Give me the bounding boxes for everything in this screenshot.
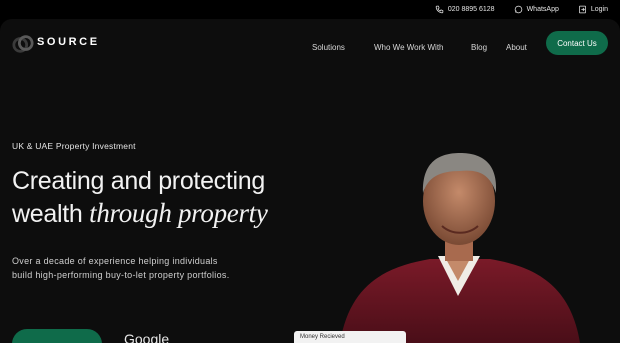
hero-portrait-image [340,153,580,343]
phone-icon [435,5,444,14]
phone-number: 020 8895 6128 [447,6,495,13]
site-logo[interactable]: SOURCE [12,33,100,55]
google-rating-logo: Google [124,331,170,343]
headline-line-1: Creating and protecting [12,167,265,195]
hero-section: SOURCE Solutions Who We Work With Blog A… [0,19,620,343]
hero-description: Over a decade of experience helping indi… [12,254,272,282]
top-utility-bar: 020 8895 6128 WhatsApp Login [0,0,620,19]
nav-who-we-work-with[interactable]: Who We Work With [374,43,444,52]
hero-kicker: UK & UAE Property Investment [12,141,136,151]
hero-headline: Creating and protecting wealth through p… [12,165,268,230]
nav-solutions[interactable]: Solutions [312,43,345,52]
description-line-2: build high-performing buy-to-let propert… [12,270,230,280]
nav-about[interactable]: About [506,43,527,52]
description-line-1: Over a decade of experience helping indi… [12,256,218,266]
hero-cta-button[interactable] [12,329,102,343]
contact-us-button[interactable]: Contact Us [546,31,608,55]
phone-link[interactable]: 020 8895 6128 [435,5,495,14]
headline-italic: through property [89,198,268,228]
money-received-card: Money Recieved [294,331,406,343]
login-icon [578,5,586,14]
whatsapp-link[interactable]: WhatsApp [514,5,559,14]
whatsapp-icon [514,5,522,14]
headline-line-2: wealth [12,200,90,228]
whatsapp-label: WhatsApp [526,6,559,13]
brand-name: SOURCE [37,36,100,48]
source-logo-mark [12,35,34,53]
login-link[interactable]: Login [578,5,608,14]
nav-blog[interactable]: Blog [471,43,487,52]
login-label: Login [590,6,608,13]
